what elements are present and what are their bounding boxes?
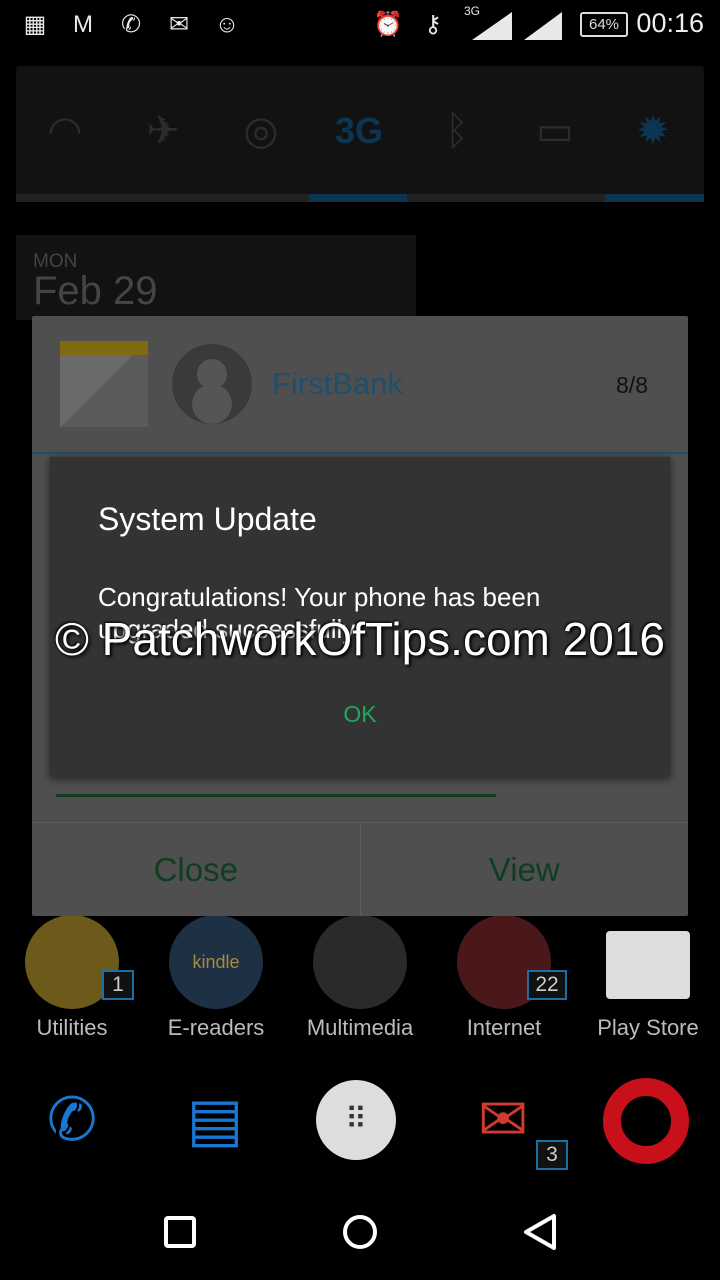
whatsapp-icon: ✆ — [120, 11, 142, 38]
airplane-icon[interactable]: ✈ — [138, 106, 188, 156]
gmail-icon: ✉ — [168, 11, 190, 38]
view-button[interactable]: View — [361, 823, 689, 916]
dialog-title: System Update — [98, 501, 317, 537]
phone-icon[interactable]: ✆ — [27, 1075, 117, 1165]
hotspot-icon[interactable]: ◎ — [236, 106, 286, 156]
clock: 00:16 — [636, 8, 704, 38]
date-widget: MON Feb 29 — [16, 235, 416, 320]
mobile-data-3g-icon[interactable]: 3G — [334, 106, 384, 156]
app-folder-e-readers[interactable]: kindle E-readers — [146, 915, 286, 1041]
messaging-icon: ☺ — [214, 11, 240, 38]
app-folder-multimedia[interactable]: Multimedia — [290, 915, 430, 1041]
reply-input[interactable] — [56, 794, 496, 797]
auto-brightness-icon[interactable]: ✹ — [628, 106, 678, 156]
vpn-key-icon: ⚷ — [424, 11, 442, 38]
ok-button[interactable]: OK — [50, 701, 670, 728]
wifi-icon[interactable]: ◠ — [40, 106, 90, 156]
recents-button[interactable] — [158, 1210, 202, 1254]
app-m-icon: M — [73, 11, 93, 38]
gmail-icon[interactable]: ✉ — [458, 1075, 548, 1165]
app-play-store[interactable]: Play Store — [578, 915, 718, 1041]
alarm-icon: ⏰ — [373, 11, 403, 38]
battery-indicator: 64% — [580, 12, 628, 37]
home-button[interactable] — [338, 1210, 382, 1254]
utilities-badge: 1 — [102, 970, 134, 1000]
header-divider — [32, 452, 688, 454]
quick-settings-indicator — [16, 194, 704, 202]
status-bar: ▦ M ✆ ✉ ☺ ⏰ ⚷ 3G 64% 00:16 — [0, 0, 720, 50]
opera-icon[interactable] — [603, 1078, 689, 1164]
watermark: © PatchworkOfTips.com 2016 — [55, 613, 665, 665]
battery-saver-icon[interactable]: ▭ — [530, 106, 580, 156]
quick-settings-panel: ◠ ✈ ◎ 3G ᛒ ▭ ✹ — [16, 66, 704, 202]
signal-3g-icon — [472, 12, 512, 40]
back-button[interactable] — [518, 1210, 562, 1254]
signal-icon — [524, 12, 562, 40]
close-button[interactable]: Close — [32, 823, 361, 916]
avatar — [172, 344, 252, 424]
internet-badge: 22 — [527, 970, 567, 1000]
gmail-badge: 3 — [536, 1140, 568, 1170]
messenger-icon[interactable]: ▤ — [170, 1075, 260, 1165]
blackberry-messenger-icon: ▦ — [23, 11, 47, 38]
app-drawer-icon[interactable]: ⠿ — [316, 1080, 396, 1160]
bluetooth-icon[interactable]: ᛒ — [432, 106, 482, 156]
sender-name: FirstBank — [272, 366, 403, 401]
message-envelope-icon — [60, 341, 148, 427]
date: Feb 29 — [33, 269, 158, 313]
message-counter: 8/8 — [616, 372, 648, 398]
